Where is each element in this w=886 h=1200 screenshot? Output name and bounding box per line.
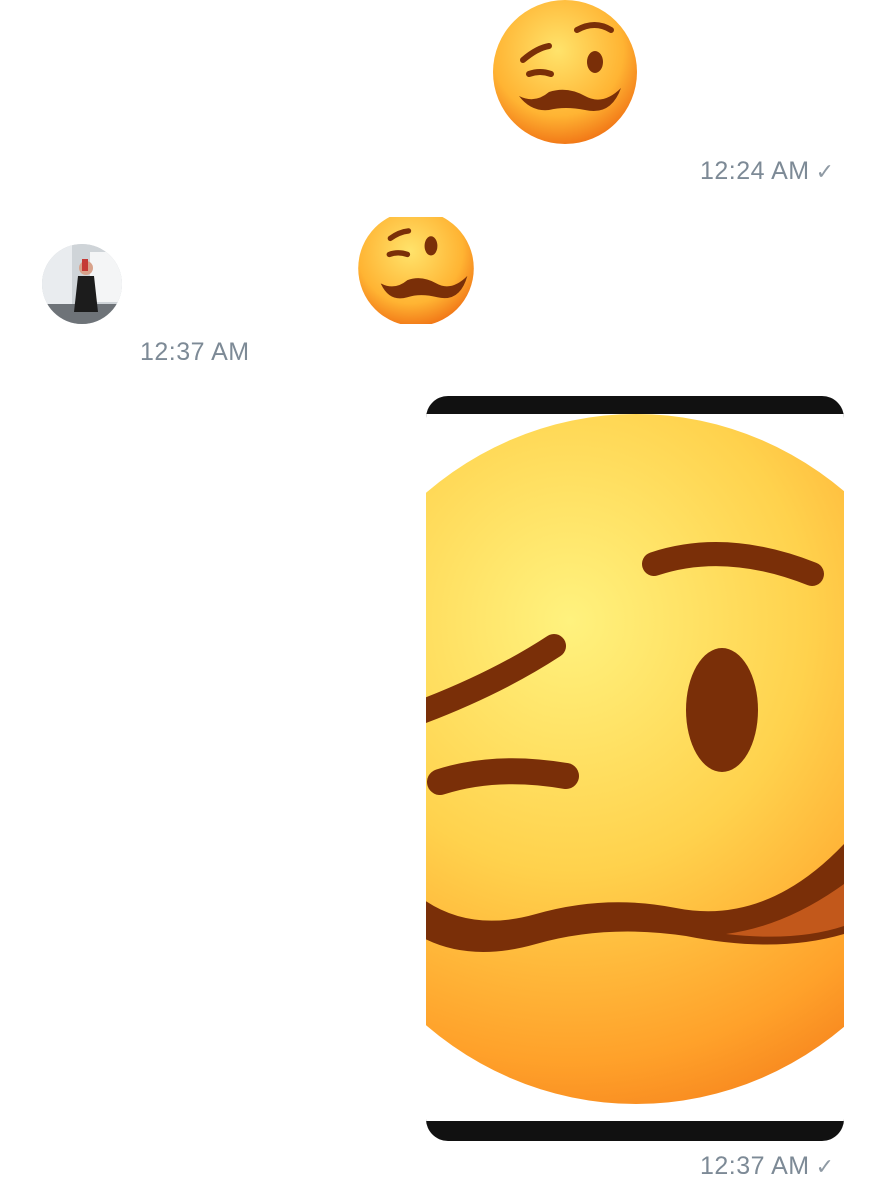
message-timestamp: 12:37 AM [140,338,250,367]
message-timestamp: 12:37 AM ✓ [700,1152,835,1181]
message-outgoing-image[interactable] [426,396,844,1141]
woozy-face-icon [493,0,637,144]
image-content [426,414,844,1121]
timestamp-text: 12:37 AM [700,1152,810,1180]
message-outgoing-emoji[interactable] [485,0,645,150]
sent-check-icon: ✓ [815,1154,835,1179]
timestamp-text: 12:37 AM [140,338,250,366]
sent-check-icon: ✓ [815,159,835,184]
avatar-photo [42,244,122,324]
message-incoming-emoji[interactable] [306,217,526,324]
woozy-face-icon [358,217,474,324]
message-timestamp: 12:24 AM ✓ [700,157,835,186]
contact-avatar[interactable] [42,244,122,324]
timestamp-text: 12:24 AM [700,157,810,185]
woozy-face-closeup-image [426,414,844,1104]
